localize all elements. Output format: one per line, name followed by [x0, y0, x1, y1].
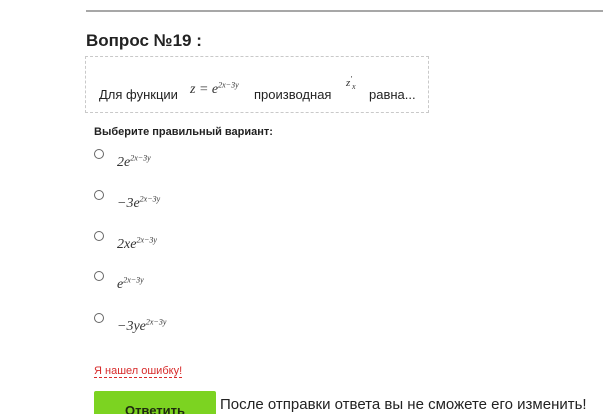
- option-formula: e2x−3y: [117, 275, 144, 293]
- option-coef: −3ye: [117, 319, 146, 334]
- question-text-middle: производная: [254, 87, 332, 102]
- answer-option-1[interactable]: 2e2x−3y: [94, 149, 294, 179]
- option-coef: 2xe: [117, 237, 137, 252]
- option-coef: 2e: [117, 155, 131, 170]
- radio-button[interactable]: [94, 271, 104, 281]
- option-coef: −3e: [117, 196, 140, 211]
- answer-option-3[interactable]: 2xe2x−3y: [94, 231, 294, 261]
- question-text-suffix: равна...: [369, 87, 416, 102]
- choose-label: Выберите правильный вариант:: [94, 126, 273, 138]
- test-question-page: Вопрос №19 : Для функции z = e2x−3y прои…: [0, 0, 603, 414]
- top-divider: [86, 10, 603, 12]
- derivative-formula: z′x: [346, 75, 356, 92]
- radio-button[interactable]: [94, 190, 104, 200]
- question-box: Для функции z = e2x−3y производная z′x р…: [85, 56, 429, 113]
- option-exponent: 2x−3y: [139, 194, 161, 204]
- submit-answer-button[interactable]: Ответить: [94, 391, 216, 414]
- option-formula: 2e2x−3y: [117, 153, 151, 171]
- option-exponent: 2x−3y: [145, 317, 167, 327]
- radio-button[interactable]: [94, 149, 104, 159]
- function-lhs: z: [190, 82, 196, 97]
- option-formula: −3ye2x−3y: [117, 317, 167, 335]
- answer-option-2[interactable]: −3e2x−3y: [94, 190, 294, 220]
- radio-button[interactable]: [94, 313, 104, 323]
- option-formula: 2xe2x−3y: [117, 235, 157, 253]
- answer-option-4[interactable]: e2x−3y: [94, 271, 294, 301]
- report-error-link[interactable]: Я нашел ошибку!: [94, 365, 183, 378]
- option-exponent: 2x−3y: [123, 275, 144, 285]
- question-text-prefix: Для функции: [99, 87, 178, 102]
- question-title: Вопрос №19 :: [86, 31, 202, 50]
- answer-option-5[interactable]: −3ye2x−3y: [94, 313, 294, 343]
- function-formula: z = e2x−3y: [190, 80, 239, 98]
- option-exponent: 2x−3y: [130, 153, 151, 163]
- submit-warning-text: После отправки ответа вы не сможете его …: [220, 396, 587, 413]
- radio-button[interactable]: [94, 231, 104, 241]
- option-formula: −3e2x−3y: [117, 194, 161, 212]
- function-exponent: 2x−3y: [218, 80, 239, 90]
- function-eq: =: [198, 82, 209, 97]
- derivative-subscript: x: [352, 82, 356, 92]
- option-exponent: 2x−3y: [136, 235, 157, 245]
